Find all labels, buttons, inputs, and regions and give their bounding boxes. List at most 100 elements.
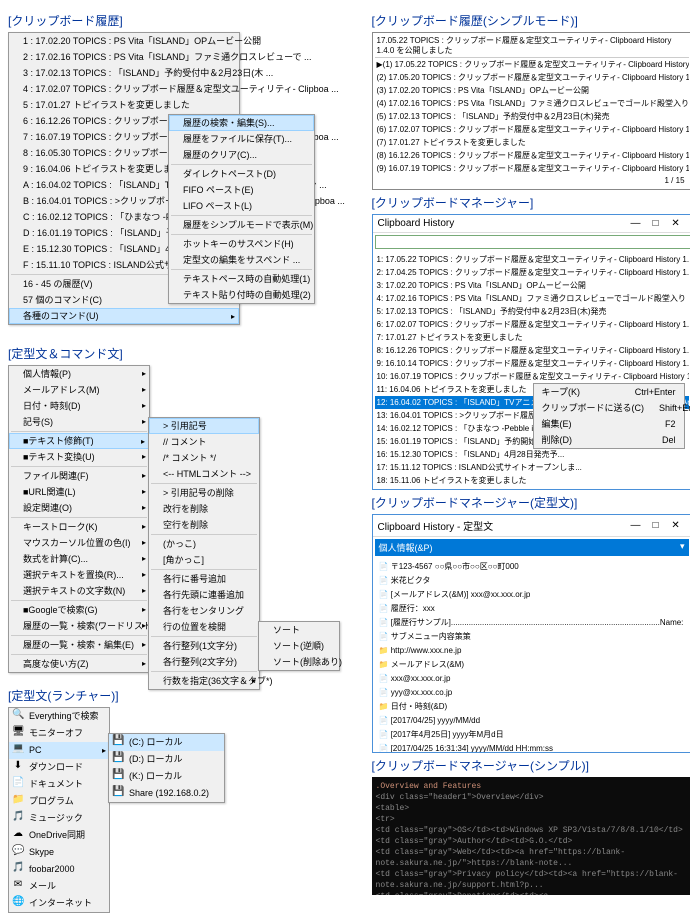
tree-item[interactable]: サブメニュー内容策策 <box>375 630 689 644</box>
submenu-item[interactable]: 各行整列(1文字分) <box>149 638 259 654</box>
context-menu-item[interactable]: クリップボードに送る(C)Shift+Enter <box>534 400 684 416</box>
history-item[interactable]: 3: 17.02.20 TOPICS : PS Vita「ISLAND」OPムー… <box>375 279 689 292</box>
snippet-item[interactable]: 選択テキストの文字数(N)▸ <box>9 583 149 599</box>
snippet-item[interactable]: 日付・時刻(D)▸ <box>9 398 149 414</box>
snippet-item[interactable]: メールアドレス(M)▸ <box>9 382 149 398</box>
history-item[interactable]: 8: 16.12.26 TOPICS : クリップボード履歴＆定型文ユーティリテ… <box>375 344 689 357</box>
history-item[interactable]: 5 : 17.01.27 トピイラストを変更しました <box>9 97 239 113</box>
submenu-item[interactable]: 各行整列(2文字分) <box>149 654 259 670</box>
context-menu-item[interactable]: 削除(D)Del <box>534 432 684 448</box>
launcher-item[interactable]: Skype💬 <box>9 844 109 861</box>
history-item[interactable]: 4: 17.02.16 TOPICS : PS Vita「ISLAND」ファミ通… <box>375 292 689 305</box>
history-item[interactable]: (6) 17.02.07 TOPICS : クリップボード履歴＆定型文ユーティリ… <box>375 123 689 136</box>
snippet-item[interactable]: 記号(S)▸ <box>9 414 149 430</box>
submenu-item[interactable]: 履歴をファイルに保存(T)... <box>169 131 314 147</box>
tree-item[interactable]: http://www.xxx.ne.jp <box>375 644 689 658</box>
tree-item[interactable]: 日付・時刻(&D) <box>375 700 689 714</box>
launcher-item[interactable]: PC💻▸ <box>9 742 109 759</box>
history-item[interactable]: 6: 17.02.07 TOPICS : クリップボード履歴＆定型文ユーティリテ… <box>375 318 689 331</box>
submenu-item[interactable]: ソート(削除あり) <box>259 654 339 670</box>
context-menu-item[interactable]: キープ(K)Ctrl+Enter <box>534 384 684 400</box>
submenu-item[interactable]: 履歴のクリア(C)... <box>169 147 314 163</box>
snippet-item[interactable]: 数式を計算(C)...▸ <box>9 551 149 567</box>
submenu-item[interactable]: <-- HTMLコメント --> <box>149 466 259 482</box>
drive-item[interactable]: (D:) ローカル💾 <box>109 751 224 768</box>
close-button[interactable]: ✕ <box>666 520 686 531</box>
close-button[interactable]: ✕ <box>666 218 686 229</box>
history-item[interactable]: 7: 17.01.27 トピイラストを変更しました <box>375 331 689 344</box>
snippet-item[interactable]: キーストローク(K)▸ <box>9 519 149 535</box>
snippet-item[interactable]: ■テキスト修飾(T)▸ <box>9 433 149 449</box>
history-item[interactable]: (3) 17.02.20 TOPICS : PS Vita「ISLAND」OPム… <box>375 84 689 97</box>
launcher-item[interactable]: ミュージック🎵 <box>9 810 109 827</box>
submenu-item[interactable]: テキスト貼り付時の自動処理(2) <box>169 287 314 303</box>
submenu-item[interactable]: FIFO ペースト(E) <box>169 182 314 198</box>
tree-item[interactable]: 米花ビクタ <box>375 574 689 588</box>
minimize-button[interactable]: — <box>626 520 646 531</box>
history-item[interactable]: 2: 17.04.25 TOPICS : クリップボード履歴＆定型文ユーティリテ… <box>375 266 689 279</box>
tree-item[interactable]: yyy@xx.xxx.co.jp <box>375 686 689 700</box>
launcher-item[interactable]: ドキュメント📄 <box>9 776 109 793</box>
tree-item[interactable]: メールアドレス(&M) <box>375 658 689 672</box>
submenu-item[interactable]: 空行を削除 <box>149 517 259 533</box>
launcher-item[interactable]: モニターオフ🖥 <box>9 725 109 742</box>
history-item[interactable]: 2 : 17.02.16 TOPICS : PS Vita「ISLAND」ファミ… <box>9 49 239 65</box>
history-item[interactable]: (5) 17.02.13 TOPICS : 「ISLAND」予約受付中＆2月23… <box>375 110 689 123</box>
submenu-item[interactable]: 行の位置を検開 <box>149 619 259 635</box>
launcher-item[interactable]: foobar2000🎵 <box>9 861 109 878</box>
submenu-item[interactable]: > 引用記号 <box>149 418 259 434</box>
submenu-item[interactable]: ダイレクトペースト(D) <box>169 166 314 182</box>
tree-item[interactable]: [メールアドレス(&M)] xxx@xx.xxx.or.jp <box>375 588 689 602</box>
snippet-item[interactable]: 高度な使い方(Z)▸ <box>9 656 149 672</box>
maximize-button[interactable]: □ <box>646 520 666 531</box>
snippet-item[interactable]: 個人情報(P)▸ <box>9 366 149 382</box>
launcher-item[interactable]: インターネット🌐 <box>9 895 109 912</box>
submenu-item[interactable]: ソート(逆順) <box>259 638 339 654</box>
submenu-item[interactable]: (かっこ) <box>149 536 259 552</box>
submenu-item[interactable]: ソート <box>259 622 339 638</box>
history-item[interactable]: 4 : 17.02.07 TOPICS : クリップボード履歴＆定型文ユーティリ… <box>9 81 239 97</box>
context-menu-item[interactable]: 編集(E)F2 <box>534 416 684 432</box>
drive-item[interactable]: (K:) ローカル💾 <box>109 768 224 785</box>
history-item[interactable]: 18: 15.11.06 トピイラストを変更しました <box>375 474 689 487</box>
submenu-item[interactable]: [角かっこ] <box>149 552 259 568</box>
submenu-item[interactable]: 定型文の編集をサスペンド ... <box>169 252 314 268</box>
history-item[interactable]: 9: 16.10.14 TOPICS : クリップボード履歴＆定型文ユーティリテ… <box>375 357 689 370</box>
submenu-item[interactable]: /* コメント */ <box>149 450 259 466</box>
history-item[interactable]: 3 : 17.02.13 TOPICS : 「ISLAND」予約受付中＆2月23… <box>9 65 239 81</box>
submenu-item[interactable]: ホットキーのサスペンド(H) <box>169 236 314 252</box>
snippet-item[interactable]: ファイル関連(F)▸ <box>9 468 149 484</box>
tree-item[interactable]: 〒123-4567 ○○県○○市○○区○○町000 <box>375 560 689 574</box>
tree-item[interactable]: [2017/04/25 16:31:34] yyyy/MM/dd HH:mm:s… <box>375 742 689 752</box>
submenu-item[interactable]: 履歴の検索・編集(S)... <box>169 115 314 131</box>
tree-item[interactable]: 履歴行：xxx <box>375 602 689 616</box>
tree-item[interactable]: [2017/04/25] yyyy/MM/dd <box>375 714 689 728</box>
snippet-item[interactable]: 履歴の一覧・検索・編集(E)▸ <box>9 637 149 653</box>
launcher-item[interactable]: Everythingで検索🔍 <box>9 708 109 725</box>
snippet-item[interactable]: ■Googleで検索(G)▸ <box>9 602 149 618</box>
launcher-item[interactable]: プログラム📁 <box>9 793 109 810</box>
history-item[interactable]: (9) 16.07.19 TOPICS : クリップボード履歴＆定型文ユーティリ… <box>375 162 689 175</box>
drive-item[interactable]: Share (192.168.0.2)💾 <box>109 785 224 802</box>
category-combo[interactable]: 個人情報(&P)▾ <box>375 539 689 556</box>
submenu-item[interactable]: LIFO ペースト(L) <box>169 198 314 214</box>
history-item[interactable]: 1: 17.05.22 TOPICS : クリップボード履歴＆定型文ユーティリテ… <box>375 253 689 266</box>
submenu-item[interactable]: 行数を指定(36文字＆タブ*)▸ <box>149 673 259 689</box>
snippet-item[interactable]: ■テキスト変換(U)▸ <box>9 449 149 465</box>
minimize-button[interactable]: — <box>626 218 646 229</box>
submenu-item[interactable]: > 引用記号の削除 <box>149 485 259 501</box>
drive-item[interactable]: (C:) ローカル💾 <box>109 734 224 751</box>
snippet-item[interactable]: ■URL関連(L)▸ <box>9 484 149 500</box>
history-item[interactable]: (2) 17.05.20 TOPICS : クリップボード履歴＆定型文ユーティリ… <box>375 71 689 84</box>
history-item[interactable]: 1 : 17.02.20 TOPICS : PS Vita「ISLAND」OPム… <box>9 33 239 49</box>
history-item[interactable]: 5: 17.02.13 TOPICS : 「ISLAND」予約受付中＆2月23日… <box>375 305 689 318</box>
submenu-item[interactable]: 履歴をシンプルモードで表示(M) <box>169 217 314 233</box>
snippet-item[interactable]: 選択テキストを置換(R)...▸ <box>9 567 149 583</box>
tree-item[interactable]: [履歴行サンプル]...............................… <box>375 616 689 630</box>
submenu-item[interactable]: 各行をセンタリング <box>149 603 259 619</box>
snippet-item[interactable]: マウスカーソル位置の色(I)▸ <box>9 535 149 551</box>
submenu-item[interactable]: 改行を削除 <box>149 501 259 517</box>
snippet-item[interactable]: 履歴の一覧・検索(ワードリスト付)(J)▸ <box>9 618 149 634</box>
submenu-item[interactable]: // コメント <box>149 434 259 450</box>
history-item[interactable]: ▶(1) 17.05.22 TOPICS : クリップボード履歴＆定型文ユーティ… <box>375 58 689 71</box>
